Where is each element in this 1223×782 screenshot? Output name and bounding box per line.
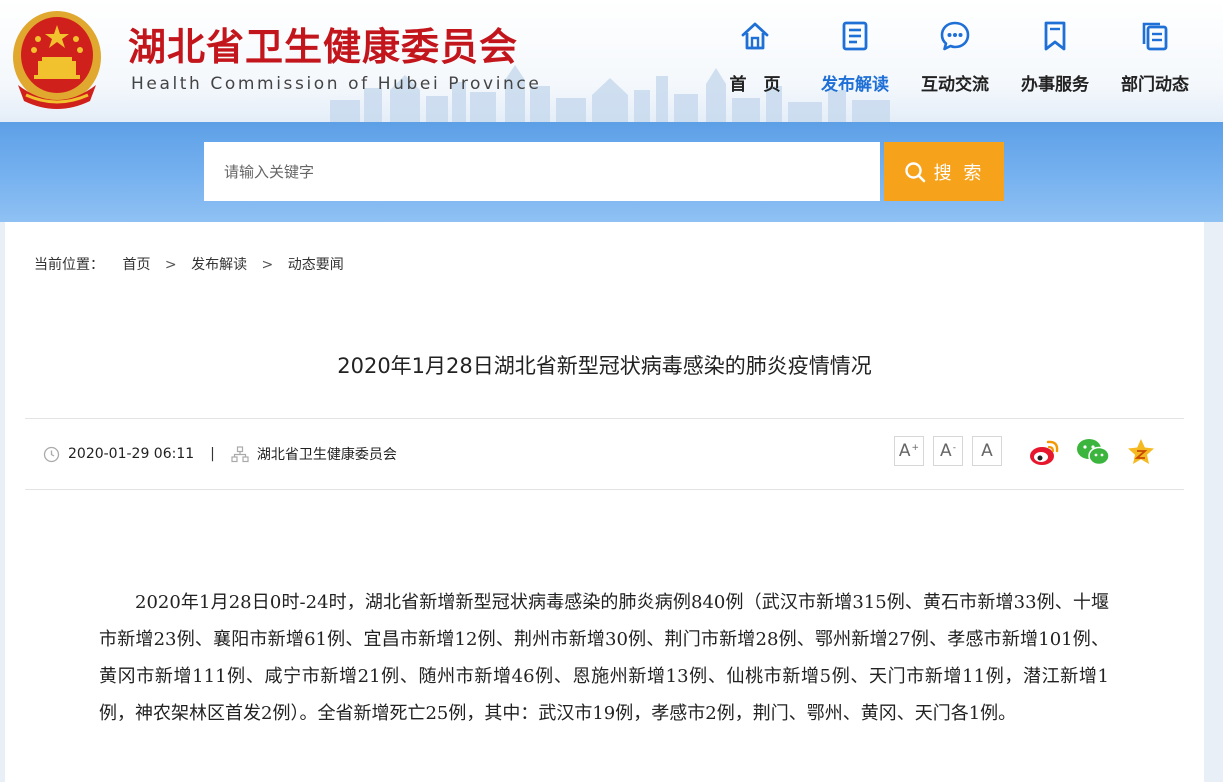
document-icon (842, 21, 868, 51)
font-reset-button[interactable]: A (972, 436, 1002, 466)
chat-bubble-icon (940, 21, 970, 51)
share-weibo-button[interactable] (1028, 436, 1062, 468)
breadcrumb-link-publish[interactable]: 发布解读 (191, 254, 247, 274)
meta-separator: | (210, 446, 215, 462)
publish-date: 2020-01-29 06:11 (68, 446, 195, 462)
nav-label: 部门动态 (1121, 75, 1189, 95)
font-size-controls: A + A- A (894, 436, 1002, 466)
breadcrumb-separator: > (164, 257, 177, 273)
share-wechat-button[interactable] (1076, 436, 1110, 468)
nav-item-home[interactable]: 首 页 (705, 18, 805, 108)
site-subtitle: Health Commission of Hubei Province (131, 74, 542, 94)
article-meta: 2020-01-29 06:11 | 湖北省卫生健康委员会 (43, 444, 397, 464)
nav-item-departments[interactable]: 部门动态 (1105, 18, 1205, 108)
breadcrumb: 当前位置： 首页 > 发布解读 > 动态要闻 (34, 254, 344, 274)
divider-top (25, 418, 1184, 419)
font-increase-button[interactable]: A + (894, 436, 924, 466)
bookmark-icon (1044, 21, 1066, 51)
article-body: 2020年1月28日0时-24时，湖北省新增新型冠状病毒感染的肺炎病例840例（… (99, 592, 1109, 724)
copy-pages-icon (1142, 22, 1168, 51)
favorite-star-icon (1128, 439, 1154, 464)
national-emblem-logo (13, 11, 101, 109)
main-nav: 首 页 发布解读 互动交流 办事服务 部门动态 (705, 18, 1205, 108)
favorite-button[interactable] (1124, 436, 1158, 468)
search-button[interactable]: 搜 索 (884, 142, 1004, 201)
nav-item-interaction[interactable]: 互动交流 (905, 18, 1005, 108)
nav-item-publish[interactable]: 发布解读 (805, 18, 905, 108)
divider-bottom (25, 489, 1184, 490)
article-card: 当前位置： 首页 > 发布解读 > 动态要闻 2020年1月28日湖北省新型冠状… (5, 222, 1204, 782)
breadcrumb-link-news[interactable]: 动态要闻 (288, 254, 344, 274)
article-source: 湖北省卫生健康委员会 (256, 447, 397, 463)
breadcrumb-label: 当前位置： (34, 257, 104, 273)
font-decrease-button[interactable]: A- (933, 436, 963, 466)
clock-icon (43, 446, 60, 462)
site-header: 湖北省卫生健康委员会 Health Commission of Hubei Pr… (0, 0, 1223, 122)
home-icon (741, 22, 769, 50)
nav-label: 首 页 (729, 75, 781, 95)
share-tools (1028, 436, 1158, 468)
weibo-icon (1030, 440, 1059, 465)
search-input[interactable] (204, 142, 880, 201)
search-icon (904, 161, 925, 182)
site-title: 湖北省卫生健康委员会 (128, 25, 519, 69)
breadcrumb-separator: > (261, 257, 274, 273)
organization-icon (231, 445, 249, 462)
nav-item-services[interactable]: 办事服务 (1005, 18, 1105, 108)
nav-label: 发布解读 (821, 75, 889, 95)
article-title: 2020年1月28日湖北省新型冠状病毒感染的肺炎疫情情况 (337, 354, 872, 378)
breadcrumb-link-home[interactable]: 首页 (122, 254, 150, 274)
nav-label: 互动交流 (921, 75, 989, 95)
wechat-icon (1077, 439, 1110, 466)
search-button-label: 搜 索 (933, 162, 985, 184)
nav-label: 办事服务 (1021, 75, 1089, 95)
